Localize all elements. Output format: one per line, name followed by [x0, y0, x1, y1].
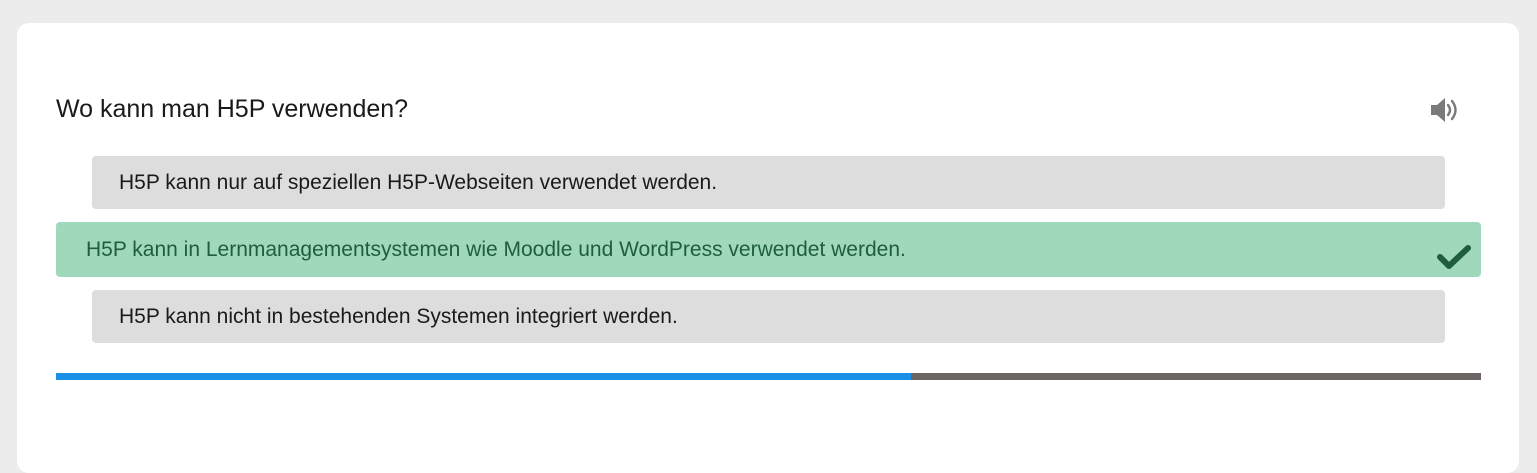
answer-option-2-correct[interactable]: H5P kann in Lernmanagementsystemen wie M…	[56, 222, 1481, 277]
answer-option-3[interactable]: H5P kann nicht in bestehenden Systemen i…	[92, 290, 1445, 343]
speaker-icon[interactable]	[1429, 95, 1461, 125]
answer-option-1[interactable]: H5P kann nur auf speziellen H5P-Webseite…	[92, 156, 1445, 209]
answer-label: H5P kann nur auf speziellen H5P-Webseite…	[119, 171, 718, 194]
question-text: Wo kann man H5P verwenden?	[56, 95, 409, 123]
checkmark-icon	[1437, 236, 1471, 269]
progress-bar-fill	[56, 373, 911, 380]
progress-bar	[56, 373, 1481, 380]
answer-label: H5P kann in Lernmanagementsystemen wie M…	[86, 238, 906, 261]
answer-label: H5P kann nicht in bestehenden Systemen i…	[119, 305, 678, 328]
